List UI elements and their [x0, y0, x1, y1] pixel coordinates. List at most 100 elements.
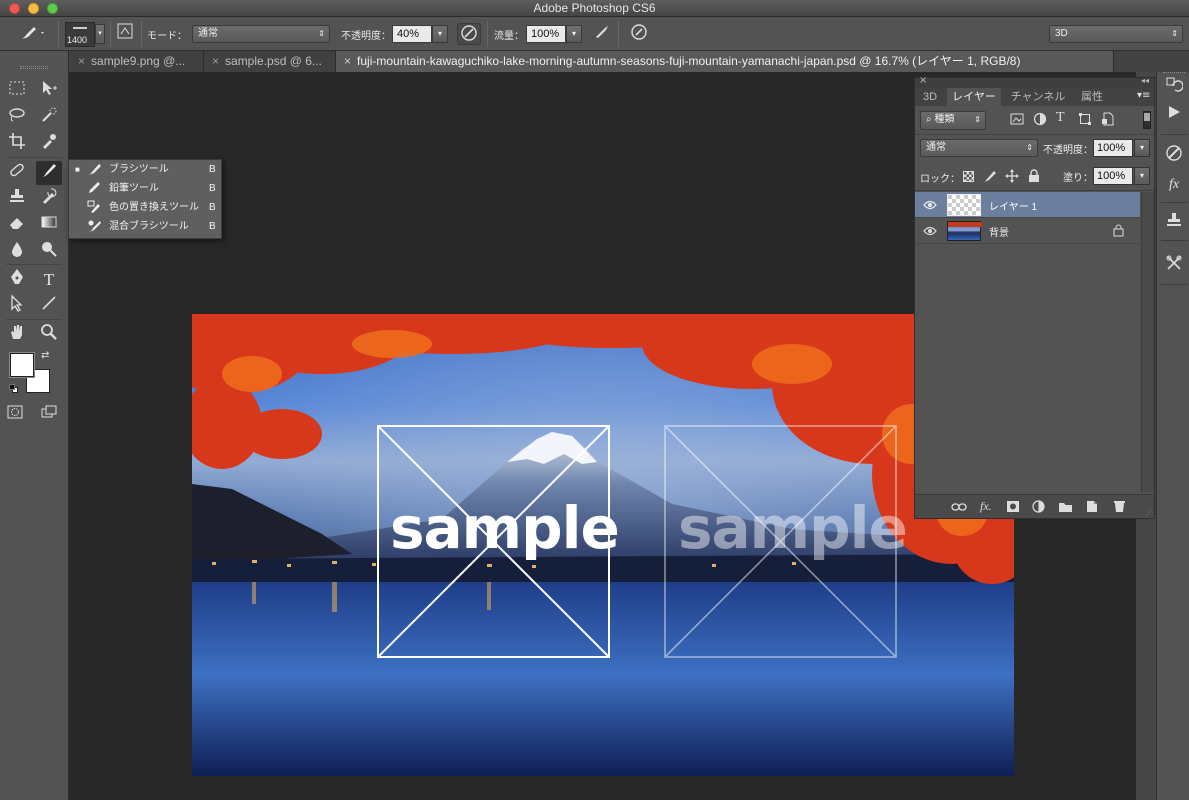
gradient-tool-icon[interactable] — [36, 213, 62, 237]
pressure-size-icon[interactable] — [627, 23, 651, 45]
clone-source-panel-icon[interactable] — [1161, 211, 1187, 235]
filter-pixel-icon[interactable] — [1010, 112, 1024, 126]
link-layers-icon[interactable] — [951, 501, 967, 513]
brush-tool-icon[interactable] — [36, 161, 62, 185]
move-tool-icon[interactable] — [36, 79, 62, 103]
pen-tool-icon[interactable] — [4, 268, 30, 292]
marquee-tool-icon[interactable] — [4, 79, 30, 103]
panel-close-icon[interactable]: × — [919, 75, 927, 86]
brush-size-preview[interactable]: 1400 — [65, 22, 95, 47]
select-arrows-icon: ⇕ — [974, 115, 981, 124]
visibility-eye-icon[interactable] — [923, 226, 937, 236]
filter-type-icon[interactable]: T — [1056, 110, 1065, 126]
flyout-item-shortcut: B — [209, 164, 216, 175]
foreground-color-swatch[interactable] — [10, 353, 34, 377]
filter-shape-icon[interactable] — [1078, 112, 1092, 126]
tab-properties[interactable]: 属性 — [1075, 88, 1109, 106]
opacity-dropdown[interactable]: ▾ — [432, 25, 448, 43]
adjustment-layer-icon[interactable] — [1032, 500, 1045, 513]
layers-scrollbar[interactable] — [1141, 192, 1154, 492]
lock-all-icon[interactable] — [1028, 169, 1040, 186]
history-brush-tool-icon[interactable] — [36, 187, 62, 211]
tab-close-icon[interactable]: × — [78, 54, 85, 68]
pressure-opacity-icon[interactable] — [457, 23, 481, 45]
eyedropper-tool-icon[interactable] — [36, 132, 62, 156]
history-panel-icon[interactable] — [1161, 76, 1187, 100]
blur-tool-icon[interactable] — [4, 240, 30, 264]
layer-effects-icon[interactable]: fx. — [980, 499, 992, 514]
type-tool-icon[interactable]: T — [36, 268, 62, 292]
add-mask-icon[interactable] — [1006, 500, 1020, 513]
new-group-icon[interactable] — [1058, 500, 1073, 513]
flow-field[interactable]: 100% — [526, 25, 566, 43]
styles-fx-icon[interactable]: fx — [1161, 173, 1187, 197]
workspace-select[interactable]: 3D ⇕ — [1049, 25, 1183, 43]
tool-presets-icon[interactable] — [1161, 254, 1187, 278]
quick-mask-icon[interactable] — [2, 403, 28, 427]
filter-adjustment-icon[interactable] — [1033, 112, 1047, 126]
layer-row-background[interactable]: 背景 — [915, 218, 1140, 244]
layers-list: レイヤー 1 背景 — [915, 192, 1141, 492]
quick-selection-tool-icon[interactable] — [36, 106, 62, 130]
filter-smart-object-icon[interactable] — [1101, 112, 1115, 126]
fill-field[interactable]: 100% — [1093, 167, 1133, 185]
tab-document-1[interactable]: × sample9.png @... — [70, 51, 204, 72]
flyout-item-label: 鉛筆ツール — [109, 183, 159, 194]
clone-stamp-tool-icon[interactable] — [4, 187, 30, 211]
tab-layers[interactable]: レイヤー — [947, 88, 1001, 106]
blend-mode-select[interactable]: 通常 ⇕ — [920, 139, 1038, 157]
actions-play-icon[interactable] — [1161, 104, 1187, 128]
panel-header: × ◂◂ — [915, 75, 1154, 88]
panel-resize-grip[interactable]: ⋰ — [1145, 509, 1152, 517]
flow-dropdown[interactable]: ▾ — [566, 25, 582, 43]
flyout-item-brush[interactable]: ■ ブラシツール B — [69, 160, 221, 179]
eraser-tool-icon[interactable] — [4, 213, 30, 237]
new-layer-icon[interactable] — [1085, 499, 1098, 513]
swap-colors-icon[interactable]: ⇄ — [41, 350, 49, 361]
layer-lock-icon — [1113, 224, 1124, 237]
fill-dropdown[interactable]: ▾ — [1134, 167, 1150, 185]
panel-menu-icon[interactable]: ▾≡ — [1137, 90, 1150, 101]
layer-opacity-field[interactable]: 100% — [1093, 139, 1133, 157]
healing-brush-tool-icon[interactable] — [4, 161, 30, 185]
zoom-tool-icon[interactable] — [36, 323, 62, 347]
flyout-item-mixer-brush[interactable]: 混合ブラシツール B — [69, 217, 221, 236]
tab-channels[interactable]: チャンネル — [1005, 88, 1071, 106]
lasso-tool-icon[interactable] — [4, 106, 30, 130]
brush-panel-toggle-icon[interactable] — [113, 23, 137, 45]
document-canvas[interactable]: sample sample — [192, 314, 1014, 776]
dodge-tool-icon[interactable] — [36, 240, 62, 264]
filter-toggle-switch[interactable] — [1143, 111, 1151, 129]
screen-mode-icon[interactable] — [36, 403, 62, 427]
collapse-arrows-icon[interactable]: ◂◂ — [1141, 76, 1149, 85]
visibility-eye-icon[interactable] — [923, 200, 937, 210]
default-colors-icon[interactable] — [9, 384, 18, 393]
brush-size-dropdown[interactable]: ▾ — [95, 24, 105, 44]
brush-icon — [88, 164, 101, 175]
layer-filter-select[interactable]: ⌕ 種類 ⇕ — [920, 111, 986, 130]
tool-preset-brush-icon[interactable] — [14, 23, 50, 45]
mode-select[interactable]: 通常 ⇕ — [192, 25, 330, 43]
tab-3d[interactable]: 3D — [917, 88, 943, 106]
delete-layer-icon[interactable] — [1113, 499, 1126, 513]
path-selection-tool-icon[interactable] — [4, 294, 30, 318]
lock-position-icon[interactable] — [1005, 169, 1019, 186]
adjustments-panel-icon[interactable] — [1161, 144, 1187, 168]
opacity-field[interactable]: 40% — [392, 25, 432, 43]
airbrush-icon[interactable] — [590, 23, 614, 45]
tab-close-icon[interactable]: × — [344, 54, 351, 68]
layer-opacity-dropdown[interactable]: ▾ — [1134, 139, 1150, 157]
flyout-item-color-replacement[interactable]: 色の置き換えツール B — [69, 198, 221, 217]
layer-row-layer1[interactable]: レイヤー 1 — [915, 192, 1140, 218]
tab-close-icon[interactable]: × — [212, 54, 219, 68]
tab-document-3[interactable]: × fuji-mountain-kawaguchiko-lake-morning-… — [336, 51, 1114, 72]
hand-tool-icon[interactable] — [4, 323, 30, 347]
lock-pixels-icon[interactable] — [983, 169, 997, 186]
lock-transparency-icon[interactable] — [963, 171, 974, 182]
watermark-text: sample — [390, 494, 620, 562]
panel-grip — [20, 66, 48, 69]
flyout-item-pencil[interactable]: 鉛筆ツール B — [69, 179, 221, 198]
tab-document-2[interactable]: × sample.psd @ 6... — [204, 51, 336, 72]
line-tool-icon[interactable] — [36, 294, 62, 318]
crop-tool-icon[interactable] — [4, 132, 30, 156]
